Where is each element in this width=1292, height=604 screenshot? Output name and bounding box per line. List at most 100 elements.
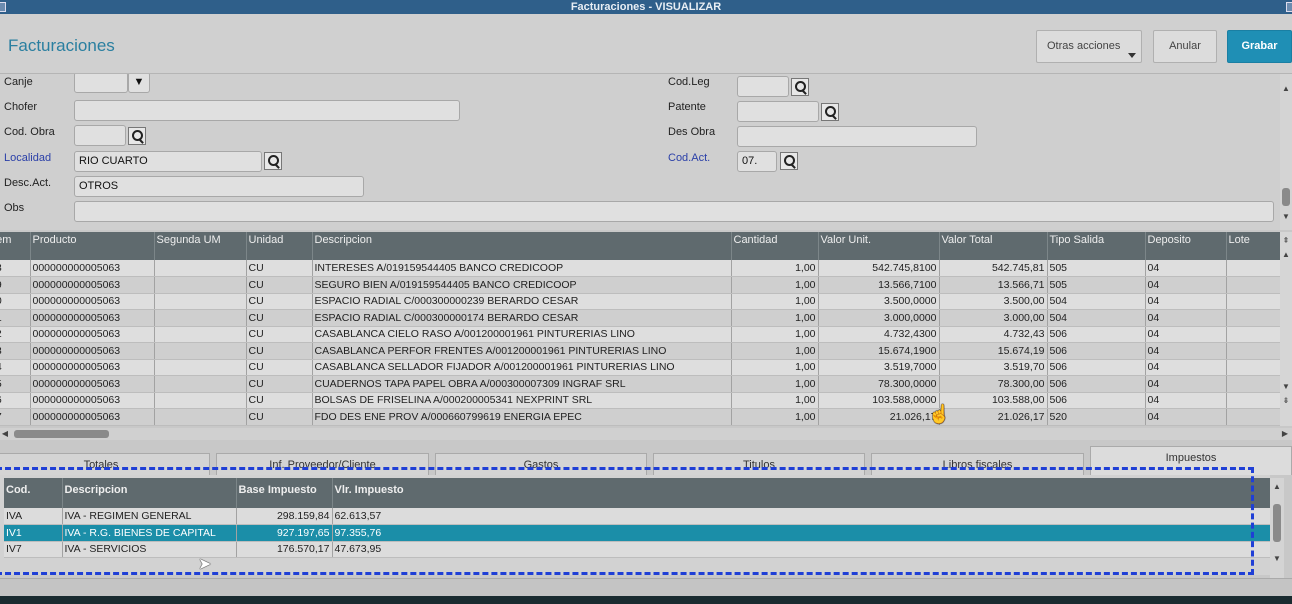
table-cell[interactable] bbox=[154, 260, 247, 277]
cod-obra-search-icon[interactable] bbox=[128, 127, 146, 145]
table-row[interactable]: 36000000000005063 CUBOLSAS DE FRISELINA A… bbox=[0, 392, 1280, 409]
canje-select[interactable] bbox=[74, 74, 128, 93]
column-header[interactable]: Vlr. Impuesto bbox=[332, 478, 1270, 508]
column-header[interactable]: Item bbox=[0, 232, 31, 260]
table-cell[interactable]: CASABLANCA SELLADOR FIJADOR A/0012000019… bbox=[312, 359, 732, 376]
patente-field[interactable] bbox=[737, 101, 819, 122]
table-cell[interactable]: 1,00 bbox=[731, 392, 819, 409]
form-scrollbar[interactable]: ▲ ▼ bbox=[1280, 74, 1292, 230]
tax-scroll-thumb[interactable] bbox=[1273, 504, 1281, 542]
table-cell[interactable]: 542.745,81 bbox=[939, 260, 1048, 277]
table-cell[interactable]: 32 bbox=[0, 326, 31, 343]
table-cell[interactable]: 000000000005063 bbox=[30, 375, 155, 393]
table-cell[interactable]: 97.355,76 bbox=[332, 524, 1270, 542]
table-cell[interactable]: 35 bbox=[0, 375, 31, 393]
table-cell[interactable] bbox=[154, 342, 247, 360]
table-cell[interactable]: IV7 bbox=[4, 541, 63, 558]
table-cell[interactable]: 13.566,71 bbox=[939, 276, 1048, 294]
table-cell[interactable]: CUADERNOS TAPA PAPEL OBRA A/000300007309… bbox=[312, 375, 732, 393]
column-header[interactable]: Producto bbox=[30, 232, 155, 260]
tab-totales[interactable]: Totales bbox=[0, 453, 210, 475]
table-row[interactable]: IVA IVA - REGIMEN GENERAL 298.159,84 62.613… bbox=[4, 508, 1270, 525]
form-scroll-thumb[interactable] bbox=[1282, 188, 1290, 206]
table-cell[interactable]: 04 bbox=[1145, 392, 1227, 409]
table-cell[interactable]: 3.000,00 bbox=[939, 309, 1048, 327]
tab-libros-fiscales[interactable]: Libros fiscales bbox=[871, 453, 1084, 475]
table-cell[interactable]: 47.673,95 bbox=[332, 541, 1270, 558]
table-cell[interactable]: CU bbox=[246, 408, 313, 426]
table-cell[interactable]: 37 bbox=[0, 408, 31, 426]
scroll-bottom-icon[interactable]: ⇟ bbox=[1281, 396, 1291, 406]
table-cell[interactable]: 542.745,8100 bbox=[818, 260, 940, 277]
table-cell[interactable]: 3.519,7000 bbox=[818, 359, 940, 376]
tab-gastos[interactable]: Gastos bbox=[435, 453, 647, 475]
table-row[interactable]: IV1 IVA - R.G. BIENES DE CAPITAL 927.197,6… bbox=[4, 524, 1270, 542]
table-cell[interactable]: 1,00 bbox=[731, 276, 819, 294]
items-hscroll-thumb[interactable] bbox=[14, 430, 109, 438]
cod-act-field[interactable]: 07. bbox=[737, 151, 777, 172]
table-cell[interactable]: 103.588,0000 bbox=[818, 392, 940, 409]
scroll-up-icon[interactable]: ▲ bbox=[1281, 84, 1291, 94]
table-cell[interactable]: 04 bbox=[1145, 408, 1227, 426]
table-cell[interactable] bbox=[1226, 359, 1280, 376]
table-cell[interactable]: 31 bbox=[0, 309, 31, 327]
table-row[interactable]: 28000000000005063 CUINTERESES A/019159544… bbox=[0, 260, 1280, 277]
column-header[interactable]: Valor Total bbox=[939, 232, 1048, 260]
table-cell[interactable]: 29 bbox=[0, 276, 31, 294]
table-cell[interactable]: 520 bbox=[1047, 408, 1146, 426]
table-cell[interactable]: 15.674,19 bbox=[939, 342, 1048, 360]
column-header[interactable]: Tipo Salida bbox=[1047, 232, 1146, 260]
table-row[interactable]: 31000000000005063 CUESPACIO RADIAL C/0003… bbox=[0, 309, 1280, 327]
table-row[interactable]: 37000000000005063 CUFDO DES ENE PROV A/00… bbox=[0, 408, 1280, 426]
scroll-left-icon[interactable]: ◀ bbox=[0, 429, 10, 439]
table-cell[interactable]: 28 bbox=[0, 260, 31, 277]
table-cell[interactable]: SEGURO BIEN A/019159544405 BANCO CREDICO… bbox=[312, 276, 732, 294]
table-cell[interactable]: 000000000005063 bbox=[30, 408, 155, 426]
table-cell[interactable]: 04 bbox=[1145, 326, 1227, 343]
table-cell[interactable]: 36 bbox=[0, 392, 31, 409]
table-cell[interactable] bbox=[1226, 293, 1280, 310]
localidad-label[interactable]: Localidad bbox=[4, 152, 51, 164]
table-cell[interactable]: 13.566,7100 bbox=[818, 276, 940, 294]
localidad-search-icon[interactable] bbox=[264, 152, 282, 170]
table-cell[interactable]: 1,00 bbox=[731, 375, 819, 393]
table-cell[interactable] bbox=[154, 359, 247, 376]
table-cell[interactable]: 04 bbox=[1145, 309, 1227, 327]
table-cell[interactable]: IVA - REGIMEN GENERAL bbox=[62, 508, 237, 525]
tab-impuestos[interactable]: Impuestos bbox=[1090, 446, 1292, 475]
patente-search-icon[interactable] bbox=[821, 103, 839, 121]
table-cell[interactable]: 504 bbox=[1047, 309, 1146, 327]
scroll-down-icon[interactable]: ▼ bbox=[1281, 382, 1291, 392]
table-cell[interactable] bbox=[1226, 276, 1280, 294]
table-cell[interactable]: CU bbox=[246, 260, 313, 277]
table-cell[interactable]: 78.300,00 bbox=[939, 375, 1048, 393]
table-row[interactable]: 35000000000005063 CUCUADERNOS TAPA PAPEL … bbox=[0, 375, 1280, 393]
table-cell[interactable]: CU bbox=[246, 342, 313, 360]
table-cell[interactable]: 506 bbox=[1047, 359, 1146, 376]
scroll-right-icon[interactable]: ▶ bbox=[1280, 429, 1290, 439]
column-header[interactable]: Base Impuesto bbox=[236, 478, 333, 508]
table-cell[interactable]: IVA bbox=[4, 508, 63, 525]
table-cell[interactable]: INTERESES A/019159544405 BANCO CREDICOOP bbox=[312, 260, 732, 277]
tab-inf-proveedor-cliente[interactable]: Inf. Proveedor/Cliente bbox=[216, 453, 429, 475]
table-cell[interactable]: 000000000005063 bbox=[30, 326, 155, 343]
table-cell[interactable]: IV1 bbox=[4, 524, 63, 542]
table-cell[interactable] bbox=[1226, 408, 1280, 426]
cod-leg-field[interactable] bbox=[737, 76, 789, 97]
table-cell[interactable]: CU bbox=[246, 392, 313, 409]
items-hscrollbar[interactable]: ◀ ▶ bbox=[0, 428, 1292, 440]
column-header[interactable]: Cantidad bbox=[731, 232, 819, 260]
scroll-top-icon[interactable]: ⇞ bbox=[1281, 236, 1291, 246]
table-cell[interactable]: BOLSAS DE FRISELINA A/000200005341 NEXPR… bbox=[312, 392, 732, 409]
table-cell[interactable]: 21.026,17 bbox=[818, 408, 940, 426]
anular-button[interactable]: Anular bbox=[1153, 30, 1217, 63]
tax-scrollbar[interactable]: ▲ ▼ bbox=[1270, 478, 1284, 578]
table-cell[interactable]: ESPACIO RADIAL C/000300000174 BERARDO CE… bbox=[312, 309, 732, 327]
table-cell[interactable]: 000000000005063 bbox=[30, 392, 155, 409]
table-row[interactable]: IV7 IVA - SERVICIOS 176.570,17 47.673,95 bbox=[4, 541, 1270, 558]
cod-obra-field[interactable] bbox=[74, 125, 126, 146]
table-cell[interactable] bbox=[1226, 375, 1280, 393]
table-cell[interactable]: 15.674,1900 bbox=[818, 342, 940, 360]
window-control-icon[interactable] bbox=[1286, 2, 1292, 12]
obs-field[interactable] bbox=[74, 201, 1274, 222]
